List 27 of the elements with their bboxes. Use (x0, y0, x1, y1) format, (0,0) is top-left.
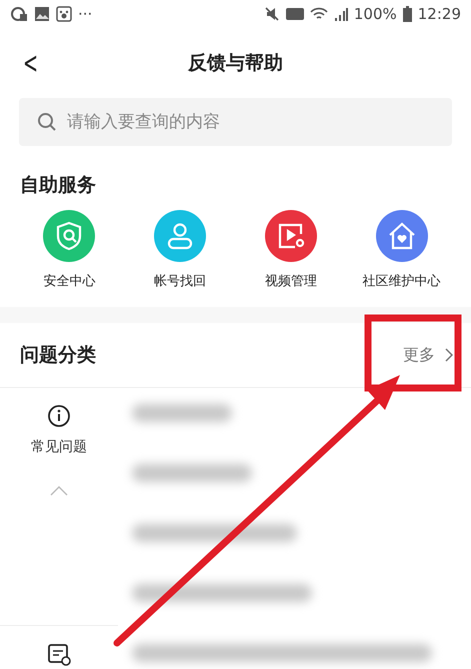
search-field[interactable]: 请输入要查询的内容 (19, 98, 452, 146)
page-title: 反馈与帮助 (188, 51, 283, 76)
service-shortcut[interactable]: 视频管理 (236, 210, 346, 290)
signal-icon (334, 6, 348, 22)
info-icon (47, 404, 71, 428)
section-title: 自助服务 (19, 173, 97, 198)
section-title: 问题分类 (20, 343, 96, 368)
clock: 12:29 (418, 5, 461, 23)
mute-icon (264, 6, 280, 22)
paw-icon (56, 6, 72, 22)
more-notifications: ··· (78, 5, 92, 23)
search-icon (37, 112, 57, 132)
hd-icon (286, 8, 304, 20)
service-shortcut[interactable]: 社区维护中心 (346, 210, 457, 290)
service-shortcut[interactable]: 帐号找回 (124, 210, 236, 290)
battery-percent: 100% (354, 5, 397, 23)
more-link[interactable]: 更多 (403, 344, 453, 366)
notification-icon (10, 6, 28, 22)
form-clock-icon (47, 642, 71, 666)
category-tab[interactable]: 常见问题 (0, 388, 118, 626)
battery-icon (402, 6, 412, 22)
search-input[interactable]: 请输入要查询的内容 (65, 111, 434, 133)
service-shortcut[interactable]: 安全中心 (14, 210, 125, 290)
collapse-icon (50, 486, 68, 496)
image-icon (34, 6, 50, 22)
back-button[interactable]: < (20, 46, 41, 81)
chevron-right-icon (445, 348, 453, 362)
